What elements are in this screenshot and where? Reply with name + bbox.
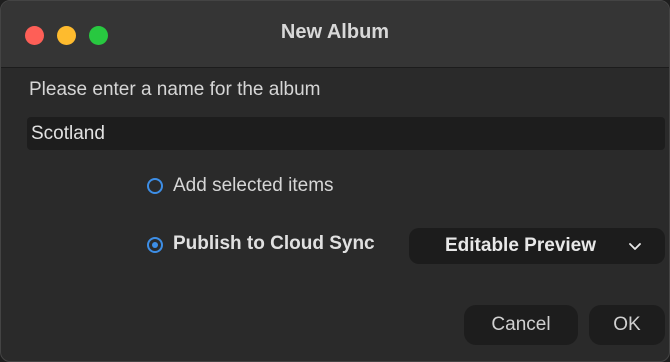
window-title: New Album xyxy=(280,21,390,43)
add-selected-items-label[interactable]: Add selected items xyxy=(173,175,334,197)
preview-quality-value: Editable Preview xyxy=(445,235,597,256)
cancel-button[interactable]: Cancel xyxy=(464,305,578,345)
title-bar: New Album xyxy=(1,1,669,68)
album-name-prompt: Please enter a name for the album xyxy=(29,79,321,100)
add-selected-items-radio[interactable] xyxy=(147,178,163,194)
album-name-input[interactable]: Scotland xyxy=(27,117,665,150)
chevron-down-icon xyxy=(625,228,645,264)
publish-cloud-sync-label[interactable]: Publish to Cloud Sync xyxy=(173,233,375,255)
publish-cloud-sync-radio[interactable] xyxy=(147,237,163,253)
ok-button[interactable]: OK xyxy=(589,305,665,345)
new-album-dialog: New Album Please enter a name for the al… xyxy=(0,0,670,362)
preview-quality-select[interactable]: Editable Preview xyxy=(409,228,665,264)
